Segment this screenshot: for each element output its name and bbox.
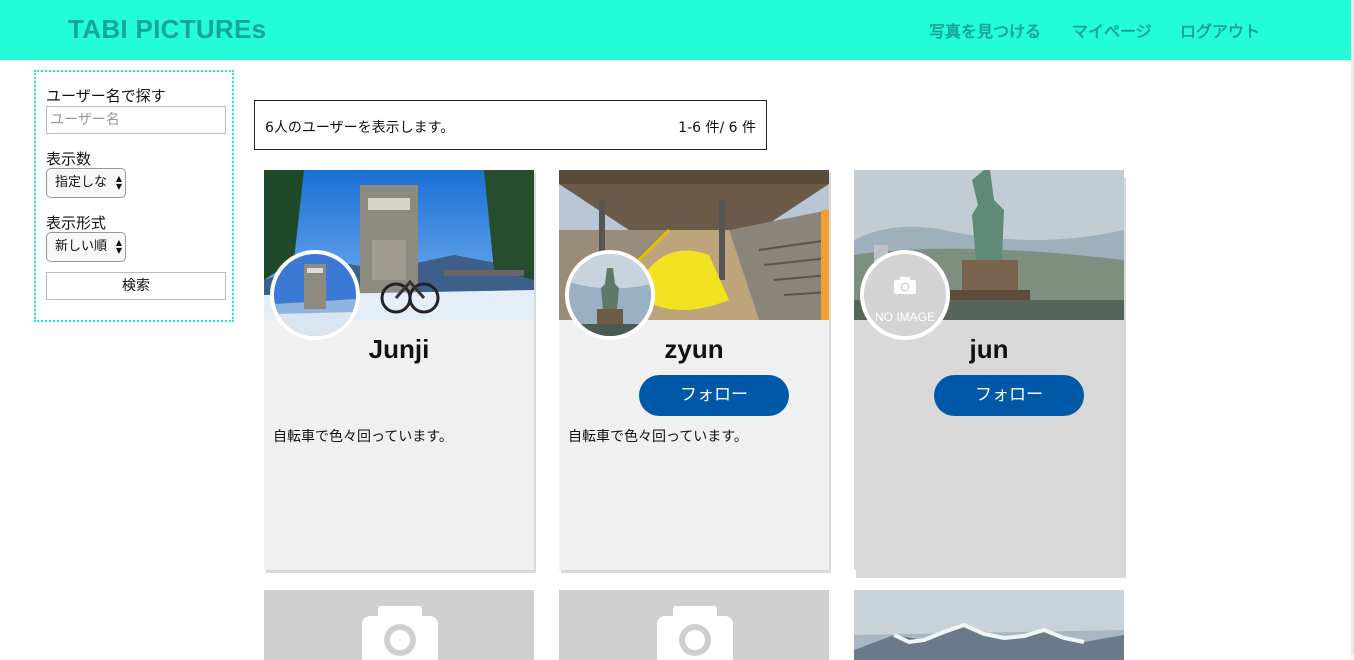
results-info: 6人のユーザーを表示します。 1-6 件/ 6 件 — [254, 100, 767, 150]
nav-logout[interactable]: ログアウト — [1180, 18, 1260, 42]
format-select[interactable]: 新しい順 ▲ ▼ — [46, 232, 126, 262]
search-label: ユーザー名で探す — [46, 87, 166, 105]
nav-mypage[interactable]: マイページ — [1072, 18, 1152, 42]
user-card[interactable] — [854, 590, 1124, 660]
count-label: 表示数 — [46, 150, 92, 168]
avatar — [270, 250, 360, 340]
search-button[interactable]: 検索 — [46, 272, 226, 300]
no-image-label: NO IMAGE — [874, 310, 935, 324]
count-select[interactable]: 指定しな ▲ ▼ — [46, 168, 126, 198]
user-card[interactable]: Junji 自転車で色々回っています。 — [264, 170, 534, 570]
user-bio: 自転車で色々回っています。 — [273, 429, 453, 445]
select-arrows-icon: ▲ ▼ — [113, 233, 122, 261]
camera-icon — [559, 590, 829, 660]
results-summary: 6人のユーザーを表示します。 — [265, 120, 455, 136]
user-bio: 自転車で色々回っています。 — [568, 429, 748, 445]
nav-find-photos[interactable]: 写真を見つける — [929, 18, 1041, 42]
username[interactable]: jun — [854, 334, 1124, 365]
search-panel: ユーザー名で探す 表示数 指定しな ▲▼ 表示形式 新しい順 ▲▼ 検索 — [34, 70, 234, 322]
user-card[interactable]: zyun フォロー 自転車で色々回っています。 — [559, 170, 829, 570]
username[interactable]: zyun — [559, 334, 829, 365]
format-select-value: 新しい順 — [55, 239, 108, 254]
user-card[interactable] — [264, 590, 534, 660]
cover-photo — [854, 590, 1124, 660]
top-header: TABI PICTUREs 写真を見つける マイページ ログアウト — [0, 0, 1351, 60]
username[interactable]: Junji — [264, 334, 534, 365]
camera-icon — [264, 590, 534, 660]
user-card[interactable]: NO IMAGE jun フォロー — [854, 170, 1124, 570]
follow-button[interactable]: フォロー — [934, 375, 1084, 416]
count-select-value: 指定しな — [55, 175, 108, 190]
username-input[interactable] — [46, 106, 226, 134]
results-range: 1-6 件/ 6 件 — [678, 120, 756, 136]
follow-button[interactable]: フォロー — [639, 375, 789, 416]
avatar — [565, 250, 655, 340]
select-arrows-icon: ▲ ▼ — [113, 169, 122, 197]
user-card[interactable] — [559, 590, 829, 660]
brand-logo[interactable]: TABI PICTUREs — [68, 14, 266, 45]
avatar: NO IMAGE — [860, 250, 950, 340]
format-label: 表示形式 — [46, 214, 107, 232]
